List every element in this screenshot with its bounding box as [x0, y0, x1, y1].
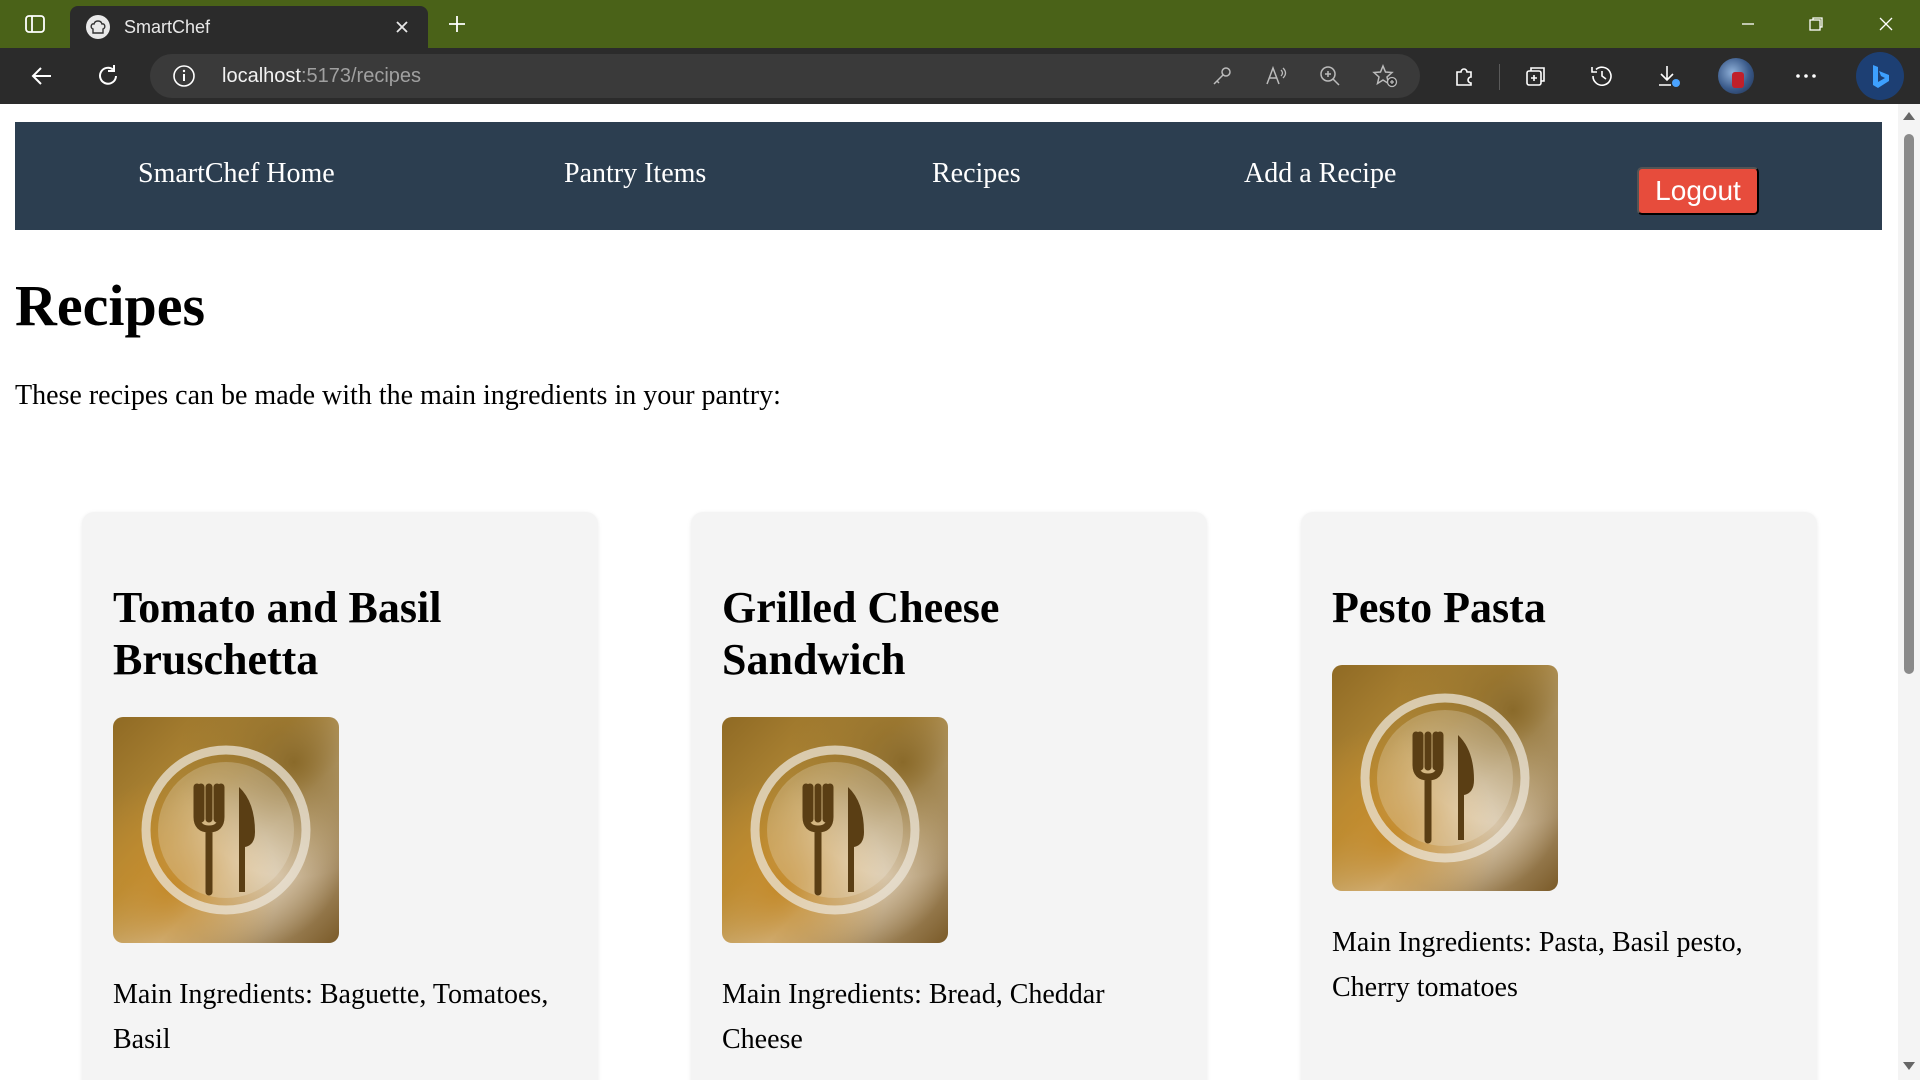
- scroll-thumb[interactable]: [1904, 134, 1914, 674]
- fork-knife-icon: [1360, 693, 1530, 863]
- extensions-icon[interactable]: [1444, 56, 1484, 96]
- minimize-icon[interactable]: [1718, 6, 1778, 42]
- profile-avatar[interactable]: [1718, 58, 1754, 94]
- chef-hat-icon: [86, 15, 110, 39]
- recipe-card[interactable]: Grilled Cheese Sandwich Main Ingredients…: [691, 512, 1207, 1080]
- collections-icon[interactable]: [1516, 56, 1556, 96]
- page-title: Recipes: [15, 273, 206, 338]
- nav-home-link[interactable]: SmartChef Home: [138, 158, 335, 190]
- back-arrow-icon[interactable]: [22, 56, 62, 96]
- scroll-down-arrow-icon[interactable]: [1903, 1062, 1915, 1070]
- nav-pantry-link[interactable]: Pantry Items: [564, 158, 706, 190]
- bing-copilot-icon[interactable]: [1856, 52, 1904, 100]
- browser-toolbar: localhost:5173/recipes: [0, 48, 1920, 104]
- scroll-up-arrow-icon[interactable]: [1903, 112, 1915, 120]
- downloads-icon[interactable]: [1648, 56, 1688, 96]
- key-icon[interactable]: [1210, 64, 1234, 88]
- page-intro: These recipes can be made with the main …: [15, 380, 781, 411]
- fork-knife-icon: [141, 745, 311, 915]
- page-viewport: SmartChef Home Pantry Items Recipes Add …: [0, 104, 1898, 1080]
- tab-title: SmartChef: [124, 16, 211, 37]
- nav-add-recipe-link[interactable]: Add a Recipe: [1244, 158, 1396, 190]
- new-tab-button[interactable]: [440, 10, 474, 38]
- refresh-icon[interactable]: [88, 56, 128, 96]
- site-navbar: SmartChef Home Pantry Items Recipes Add …: [15, 122, 1882, 230]
- address-bar[interactable]: localhost:5173/recipes: [150, 54, 1420, 98]
- url-path: :5173/recipes: [300, 65, 422, 87]
- recipe-card[interactable]: Pesto Pasta Main Ingredients: Pasta, Bas…: [1301, 512, 1817, 1080]
- recipe-title: Tomato and Basil Bruschetta: [113, 583, 442, 684]
- read-aloud-icon[interactable]: [1264, 64, 1288, 88]
- recipe-image: [722, 717, 948, 943]
- recipe-title: Grilled Cheese Sandwich: [722, 583, 1000, 684]
- nav-recipes-link[interactable]: Recipes: [932, 158, 1021, 190]
- fork-knife-icon: [750, 745, 920, 915]
- info-icon[interactable]: [172, 64, 196, 88]
- recipe-card[interactable]: Tomato and Basil Bruschetta Main Ingredi…: [82, 512, 598, 1080]
- more-options-icon[interactable]: [1786, 56, 1826, 96]
- browser-tab[interactable]: SmartChef: [70, 6, 428, 48]
- zoom-icon[interactable]: [1318, 64, 1342, 88]
- restore-icon[interactable]: [1786, 6, 1846, 42]
- close-window-icon[interactable]: [1856, 6, 1916, 42]
- recipe-ingredients: Main Ingredients: Pasta, Basil pesto, Ch…: [1332, 927, 1743, 1003]
- page-scrollbar[interactable]: [1898, 104, 1920, 1080]
- toolbar-separator: [1499, 64, 1500, 90]
- browser-titlebar: SmartChef: [0, 0, 1920, 48]
- close-icon[interactable]: [388, 13, 416, 41]
- recipe-image: [113, 717, 339, 943]
- favorite-add-icon[interactable]: [1372, 64, 1398, 88]
- logout-button[interactable]: Logout: [1637, 167, 1759, 215]
- recipe-ingredients: Main Ingredients: Bread, Cheddar Cheese: [722, 979, 1105, 1055]
- url-host: localhost: [222, 65, 301, 87]
- history-icon[interactable]: [1582, 56, 1622, 96]
- recipe-image: [1332, 665, 1558, 891]
- url-text[interactable]: localhost:5173/recipes: [222, 65, 421, 88]
- recipe-title: Pesto Pasta: [1332, 583, 1546, 632]
- recipe-ingredients: Main Ingredients: Baguette, Tomatoes, Ba…: [113, 979, 549, 1055]
- tab-actions-icon[interactable]: [14, 10, 56, 38]
